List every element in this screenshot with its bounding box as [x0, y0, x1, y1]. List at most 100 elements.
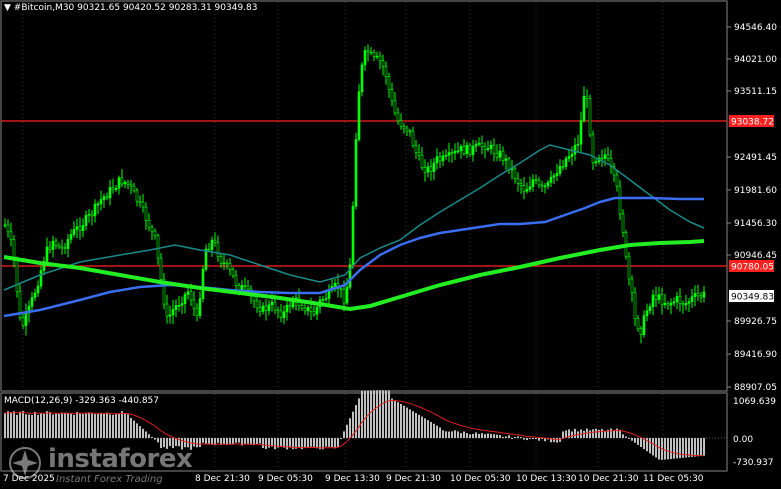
- macd-bar: [34, 411, 36, 438]
- candle-body: [663, 302, 667, 305]
- candle-body: [375, 55, 379, 58]
- macd-bar: [592, 429, 594, 438]
- macd-bar: [94, 414, 96, 438]
- macd-bar: [337, 438, 339, 448]
- macd-bar: [694, 438, 696, 457]
- macd-bar: [697, 438, 699, 457]
- candle-body: [531, 179, 535, 187]
- level-tag-lower-text: 90780.05: [731, 263, 774, 273]
- macd-bar: [535, 438, 537, 440]
- candle-body: [153, 230, 157, 237]
- instaforex-logo-icon: [9, 447, 41, 479]
- candle-body: [81, 225, 85, 231]
- level-tag-upper-text: 93038.72: [731, 118, 774, 128]
- macd-bar: [655, 438, 657, 458]
- macd-bar: [397, 402, 399, 438]
- macd-bar: [286, 438, 288, 450]
- candle-body: [309, 307, 313, 312]
- current-price-tag: 90349.83: [729, 290, 774, 303]
- macd-title: MACD(12,26,9) -329.363 -440.857: [4, 396, 160, 406]
- candle-body: [138, 200, 142, 203]
- candle-body: [339, 288, 343, 290]
- macd-bar: [496, 434, 498, 438]
- macd-bar: [634, 438, 636, 443]
- candle-body: [630, 278, 634, 293]
- candle-body: [402, 125, 406, 129]
- candle-body: [582, 95, 586, 121]
- macd-bar: [664, 438, 666, 460]
- candle-body: [495, 152, 499, 158]
- watermark-tagline: Instant Forex Trading: [56, 474, 163, 485]
- candle-body: [159, 257, 163, 280]
- candle-body: [261, 305, 265, 312]
- macd-bar: [517, 436, 519, 438]
- macd-bar: [583, 430, 585, 438]
- candle-body: [78, 226, 82, 231]
- symbol-menu-arrow-icon[interactable]: ▼: [4, 3, 11, 13]
- candle-body: [423, 167, 427, 173]
- candle-body: [618, 185, 622, 215]
- candle-body: [591, 134, 595, 164]
- candle-body: [492, 144, 496, 154]
- candle-body: [693, 293, 697, 297]
- macd-bar: [415, 413, 417, 438]
- candle-body: [381, 60, 385, 67]
- macd-bar: [421, 416, 423, 438]
- chart-header: ▼ #Bitcoin,M30 90321.65 90420.52 90283.3…: [4, 3, 258, 13]
- macd-bar: [412, 411, 414, 438]
- price-axis-label: 90946.45: [734, 251, 777, 261]
- macd-bar: [289, 438, 291, 448]
- candle-body: [564, 158, 568, 167]
- macd-bar: [505, 436, 507, 438]
- candle-body: [180, 303, 184, 306]
- price-axis-label: 94546.40: [734, 23, 777, 33]
- macd-bar: [379, 390, 381, 438]
- candle-body: [615, 174, 619, 187]
- macd-bar: [232, 438, 234, 444]
- macd-bar: [457, 431, 459, 438]
- candle-body: [546, 182, 550, 187]
- macd-bar: [526, 438, 528, 441]
- macd-bar: [478, 433, 480, 438]
- candle-body: [315, 306, 319, 315]
- macd-bar: [265, 438, 267, 449]
- macd-bar: [307, 438, 309, 449]
- price-axis-label: 93511.15: [734, 87, 777, 97]
- candle-body: [474, 144, 478, 147]
- candle-body: [675, 296, 679, 303]
- macd-bar: [151, 436, 153, 438]
- chart-title: #Bitcoin,M30 90321.65 90420.52 90283.31 …: [13, 3, 258, 13]
- level-tag-lower: 90780.05: [729, 260, 774, 273]
- macd-bar: [10, 412, 12, 438]
- macd-bar: [502, 437, 504, 438]
- candle-body: [633, 292, 637, 319]
- candle-body: [639, 328, 643, 336]
- candle-body: [228, 263, 232, 270]
- macd-bar: [334, 438, 336, 449]
- macd-bar: [364, 390, 366, 438]
- macd-bar: [499, 435, 501, 438]
- macd-bar: [316, 438, 318, 449]
- macd-bar: [703, 438, 705, 456]
- macd-bar: [589, 430, 591, 438]
- candle-body: [15, 258, 19, 292]
- time-axis-label: 11 Dec 05:30: [643, 474, 704, 484]
- macd-bar: [133, 420, 135, 438]
- candle-body: [303, 307, 307, 312]
- chart-canvas[interactable]: 94546.40 94021.00 93511.15 92491.45 91981.60…: [0, 0, 781, 489]
- macd-bar: [229, 438, 231, 445]
- macd-bar: [28, 414, 30, 438]
- macd-bar: [40, 413, 42, 438]
- candle-body: [606, 154, 610, 159]
- macd-bar: [388, 390, 390, 438]
- candle-body: [528, 186, 532, 190]
- candle-body: [198, 298, 202, 316]
- macd-bar: [262, 438, 264, 448]
- candle-body: [366, 50, 370, 53]
- candle-body: [324, 298, 328, 300]
- candle-body: [654, 294, 658, 300]
- candle-body: [216, 242, 220, 257]
- macd-bar: [121, 411, 123, 438]
- macd-bar: [481, 433, 483, 438]
- watermark: instaforex Instant Forex Trading: [6, 440, 193, 488]
